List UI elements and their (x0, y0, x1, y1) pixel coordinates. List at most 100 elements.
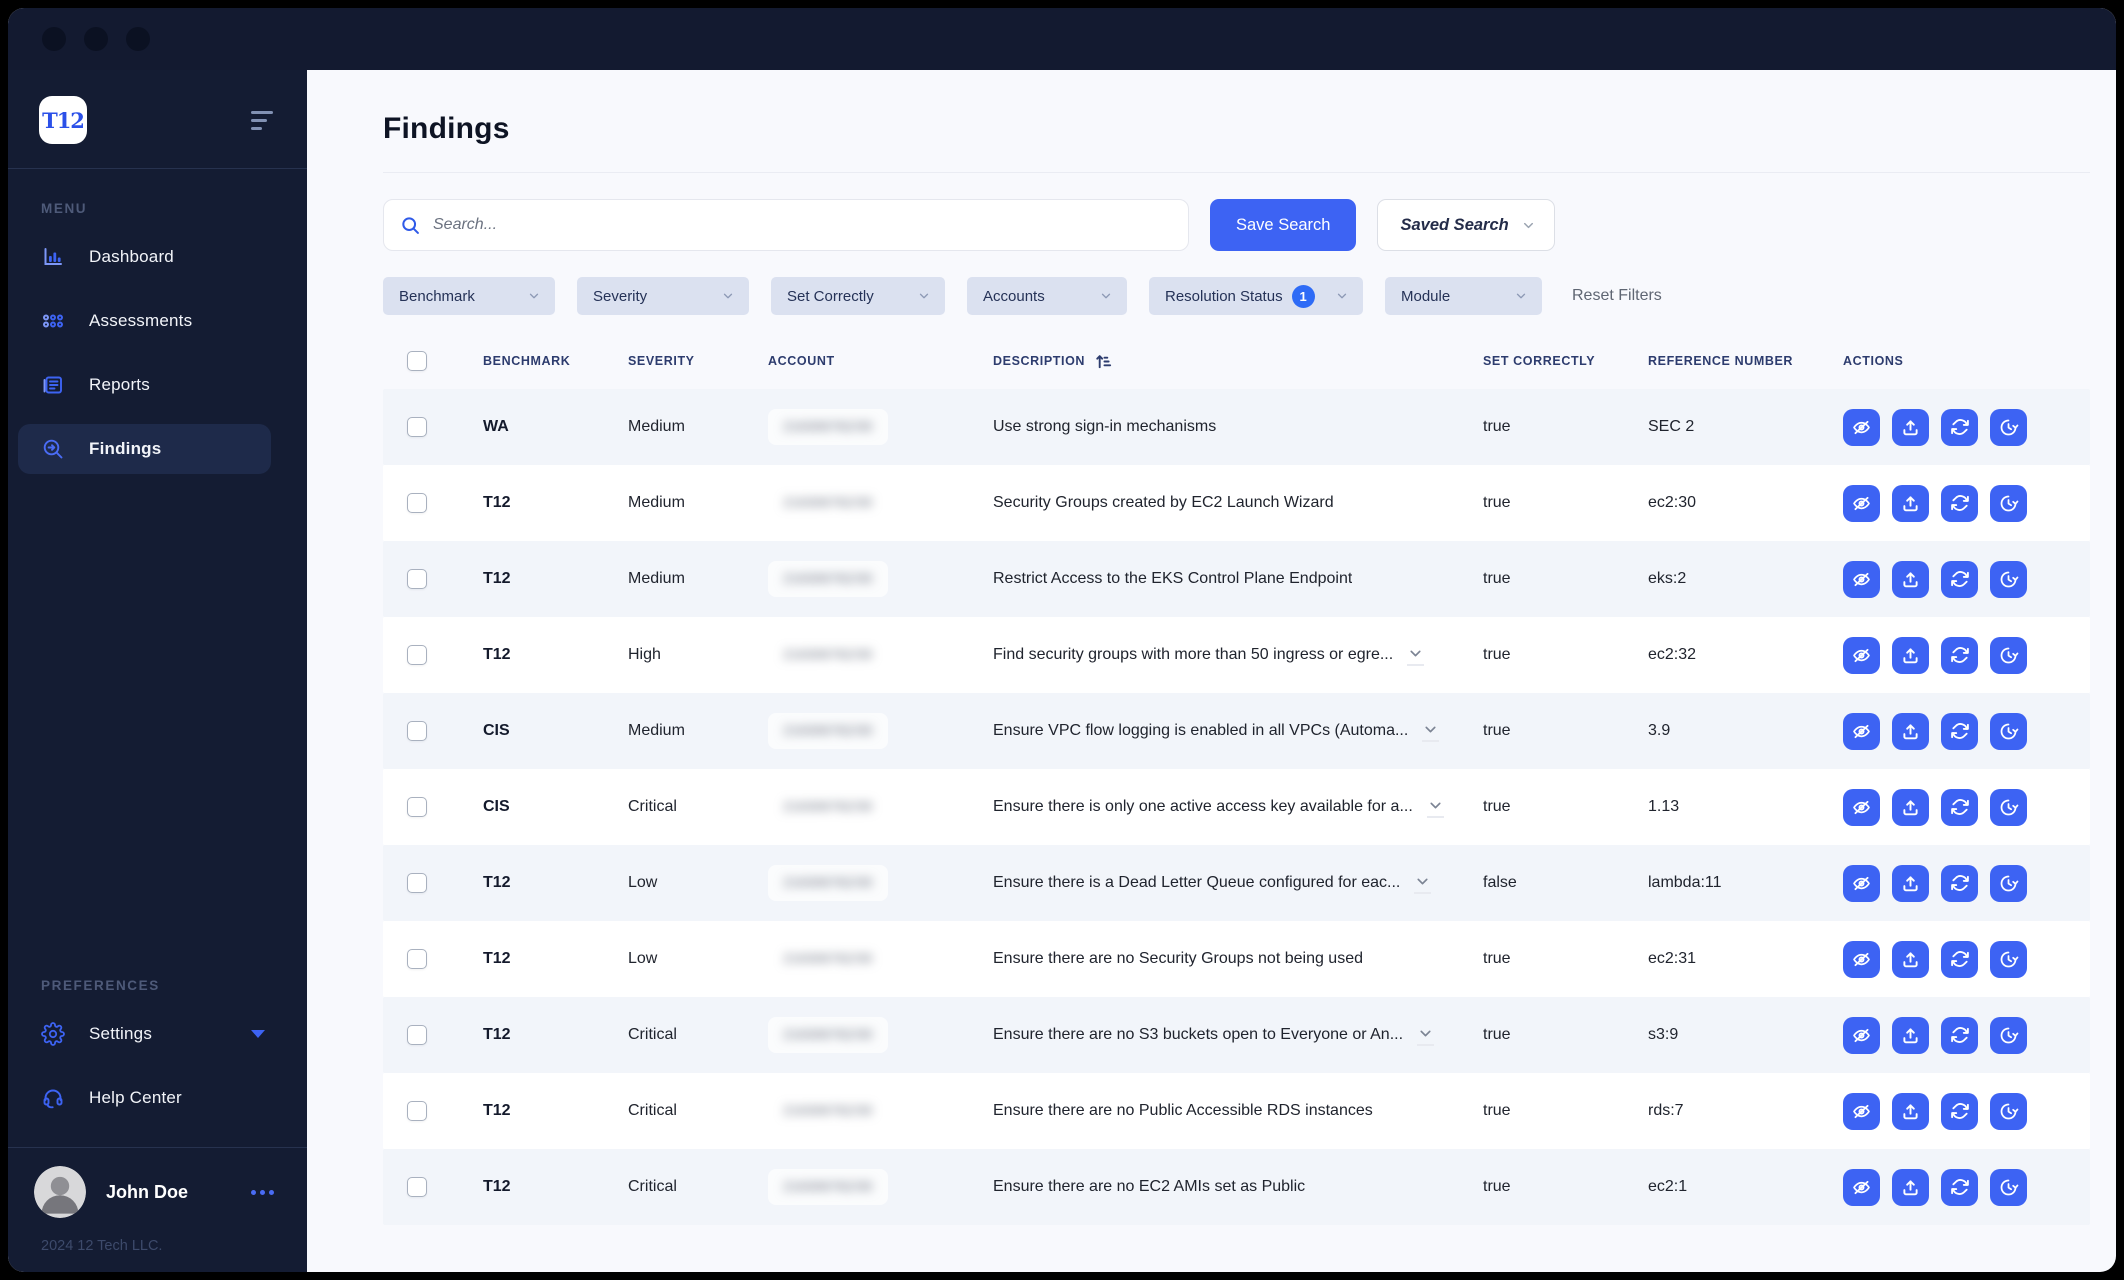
rescan-finding-button[interactable] (1941, 788, 1978, 826)
filter-accounts[interactable]: Accounts (967, 277, 1127, 315)
rescan-finding-button[interactable] (1941, 1168, 1978, 1206)
upload-icon (1903, 951, 1918, 967)
hide-finding-button[interactable] (1843, 484, 1880, 522)
sort-ascending-icon[interactable] (1094, 352, 1113, 371)
save-search-button[interactable]: Save Search (1210, 199, 1357, 251)
expand-description-icon[interactable] (1407, 645, 1425, 666)
history-button[interactable] (1990, 940, 2027, 978)
export-finding-button[interactable] (1892, 560, 1929, 598)
row-checkbox[interactable] (407, 721, 427, 741)
row-checkbox[interactable] (407, 1177, 427, 1197)
description-cell: Ensure there are no S3 buckets open to E… (993, 1025, 1483, 1046)
sidebar-item-reports[interactable]: Reports (18, 360, 271, 410)
eye-slash-icon (1853, 724, 1870, 738)
row-checkbox[interactable] (407, 645, 427, 665)
export-finding-button[interactable] (1892, 484, 1929, 522)
export-finding-button[interactable] (1892, 1016, 1929, 1054)
hide-finding-button[interactable] (1843, 408, 1880, 446)
rescan-finding-button[interactable] (1941, 484, 1978, 522)
upload-icon (1903, 495, 1918, 511)
sidebar-item-dashboard[interactable]: Dashboard (18, 232, 271, 282)
filter-severity[interactable]: Severity (577, 277, 749, 315)
preferences-section-label: PREFERENCES (41, 978, 160, 993)
history-button[interactable] (1990, 864, 2027, 902)
export-finding-button[interactable] (1892, 940, 1929, 978)
set-correctly-cell: true (1483, 1026, 1511, 1043)
history-button[interactable] (1990, 1168, 2027, 1206)
export-finding-button[interactable] (1892, 1092, 1929, 1130)
export-finding-button[interactable] (1892, 408, 1929, 446)
reset-filters-button[interactable]: Reset Filters (1572, 287, 1662, 305)
filter-module[interactable]: Module (1385, 277, 1542, 315)
export-finding-button[interactable] (1892, 636, 1929, 674)
sidebar-collapse-icon[interactable] (251, 107, 273, 134)
history-button[interactable] (1990, 788, 2027, 826)
hide-finding-button[interactable] (1843, 1168, 1880, 1206)
expand-description-icon[interactable] (1414, 873, 1432, 894)
sidebar-item-settings[interactable]: Settings (18, 1009, 271, 1059)
sidebar-item-findings[interactable]: Findings (18, 424, 271, 474)
export-finding-button[interactable] (1892, 1168, 1929, 1206)
select-all-checkbox[interactable] (407, 351, 427, 371)
window-minimize-button[interactable] (84, 27, 108, 51)
history-button[interactable] (1990, 1092, 2027, 1130)
chevron-down-icon[interactable] (251, 1030, 265, 1038)
hide-finding-button[interactable] (1843, 712, 1880, 750)
history-button[interactable] (1990, 484, 2027, 522)
sidebar-item-help-center[interactable]: Help Center (18, 1073, 271, 1123)
rescan-finding-button[interactable] (1941, 712, 1978, 750)
hide-finding-button[interactable] (1843, 1092, 1880, 1130)
saved-search-dropdown[interactable]: Saved Search (1377, 199, 1555, 251)
description-cell: Ensure there are no Security Groups not … (993, 950, 1483, 968)
filter-set-correctly[interactable]: Set Correctly (771, 277, 945, 315)
history-button[interactable] (1990, 636, 2027, 674)
rescan-finding-button[interactable] (1941, 940, 1978, 978)
rescan-finding-button[interactable] (1941, 408, 1978, 446)
sync-icon (1950, 647, 1969, 663)
rescan-finding-button[interactable] (1941, 864, 1978, 902)
filter-benchmark[interactable]: Benchmark (383, 277, 555, 315)
hide-finding-button[interactable] (1843, 1016, 1880, 1054)
filter-resolution-status[interactable]: Resolution Status 1 (1149, 277, 1363, 315)
row-checkbox[interactable] (407, 493, 427, 513)
row-checkbox[interactable] (407, 873, 427, 893)
row-checkbox[interactable] (407, 1025, 427, 1045)
row-checkbox[interactable] (407, 797, 427, 817)
search-icon (41, 437, 65, 461)
clock-history-icon (2000, 1027, 2019, 1043)
hide-finding-button[interactable] (1843, 864, 1880, 902)
export-finding-button[interactable] (1892, 864, 1929, 902)
expand-description-icon[interactable] (1422, 721, 1440, 742)
rescan-finding-button[interactable] (1941, 1092, 1978, 1130)
hide-finding-button[interactable] (1843, 940, 1880, 978)
export-finding-button[interactable] (1892, 712, 1929, 750)
rescan-finding-button[interactable] (1941, 636, 1978, 674)
search-input[interactable] (433, 216, 1172, 234)
row-checkbox[interactable] (407, 949, 427, 969)
redacted-account-value: 216306762/30 (783, 494, 873, 510)
export-finding-button[interactable] (1892, 788, 1929, 826)
table-row: T12 Low 216306762/30 Ensure there is a D… (383, 845, 2090, 921)
app-logo-text: T12 (42, 107, 85, 133)
window-close-button[interactable] (42, 27, 66, 51)
hide-finding-button[interactable] (1843, 788, 1880, 826)
sidebar-item-assessments[interactable]: Assessments (18, 296, 271, 346)
account-cell: 216306762/30 (768, 637, 993, 673)
row-checkbox[interactable] (407, 1101, 427, 1121)
row-checkbox[interactable] (407, 417, 427, 437)
eye-slash-icon (1853, 648, 1870, 662)
row-checkbox[interactable] (407, 569, 427, 589)
expand-description-icon[interactable] (1417, 1025, 1435, 1046)
history-button[interactable] (1990, 712, 2027, 750)
user-menu[interactable]: John Doe (34, 1166, 274, 1218)
ellipsis-icon[interactable] (251, 1184, 274, 1201)
rescan-finding-button[interactable] (1941, 1016, 1978, 1054)
history-button[interactable] (1990, 560, 2027, 598)
hide-finding-button[interactable] (1843, 636, 1880, 674)
hide-finding-button[interactable] (1843, 560, 1880, 598)
history-button[interactable] (1990, 1016, 2027, 1054)
expand-description-icon[interactable] (1426, 797, 1444, 818)
rescan-finding-button[interactable] (1941, 560, 1978, 598)
window-maximize-button[interactable] (126, 27, 150, 51)
history-button[interactable] (1990, 408, 2027, 446)
